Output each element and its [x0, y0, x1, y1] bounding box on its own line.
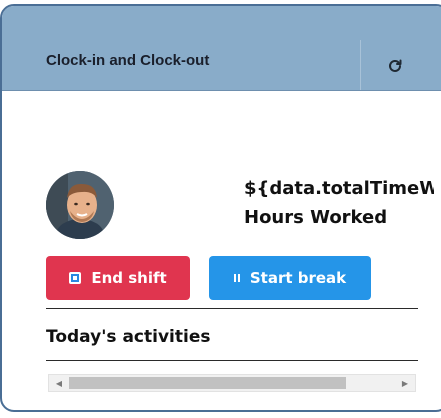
total-time-value: ${data.totalTimeW: [244, 178, 434, 199]
end-shift-button[interactable]: End shift: [46, 256, 190, 300]
scroll-thumb[interactable]: [69, 377, 346, 389]
divider-bottom: [46, 360, 418, 361]
header-divider: [360, 40, 361, 90]
card-title: Clock-in and Clock-out: [46, 52, 210, 69]
avatar-image: [46, 171, 114, 239]
start-break-label: Start break: [249, 269, 347, 287]
end-shift-label: End shift: [91, 269, 167, 287]
scroll-right-icon[interactable]: ▶: [397, 375, 413, 391]
activities-title: Today's activities: [46, 327, 211, 347]
card-header: Clock-in and Clock-out: [2, 6, 441, 91]
refresh-icon: [389, 59, 402, 72]
clock-card: Clock-in and Clock-out ${data.totalTimeW…: [0, 4, 441, 412]
hours-worked-label: Hours Worked: [244, 207, 388, 228]
divider-top: [46, 308, 418, 309]
stop-icon: [69, 272, 82, 284]
avatar: [46, 171, 114, 239]
start-break-button[interactable]: Start break: [209, 256, 371, 300]
horizontal-scrollbar[interactable]: ◀ ▶: [48, 374, 416, 392]
pause-icon: [233, 274, 240, 282]
scroll-left-icon[interactable]: ◀: [51, 375, 67, 391]
refresh-button[interactable]: [379, 50, 411, 82]
